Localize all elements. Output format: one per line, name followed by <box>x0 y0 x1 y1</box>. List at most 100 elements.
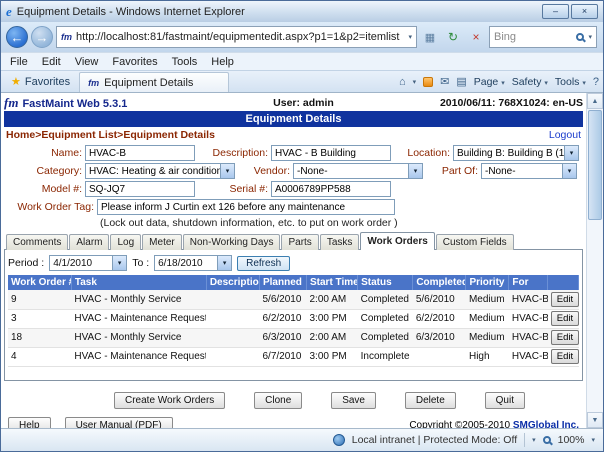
smglobal-link[interactable]: SMGlobal Inc. <box>513 420 579 428</box>
vertical-scrollbar[interactable]: ▲ ▼ <box>586 93 603 428</box>
print-button[interactable]: ▤ <box>456 75 466 88</box>
clone-button[interactable]: Clone <box>254 392 302 409</box>
user-manual-button[interactable]: User Manual (PDF) <box>65 417 173 428</box>
close-button[interactable]: × <box>571 4 598 19</box>
tab-work-orders[interactable]: Work Orders <box>360 232 434 250</box>
period-to-value: 6/18/2010 <box>155 256 217 270</box>
help-page-button[interactable]: Help <box>8 417 51 428</box>
tab-non-working-days[interactable]: Non-Working Days <box>183 234 281 250</box>
menu-item-view[interactable]: View <box>68 56 106 68</box>
period-to-combo[interactable]: 6/18/2010 ▾ <box>154 255 232 271</box>
edit-button[interactable]: Edit <box>551 330 579 345</box>
vendor-dropdown-icon[interactable]: ▾ <box>408 164 422 178</box>
create-work-orders-button[interactable]: Create Work Orders <box>114 392 225 409</box>
crumb-equipment-details[interactable]: Equipment Details <box>123 129 215 141</box>
description-label: Description: <box>198 147 268 159</box>
address-bar[interactable]: fm http://localhost:81/fastmaint/equipme… <box>56 26 417 48</box>
refresh-work-orders-button[interactable]: Refresh <box>237 256 290 271</box>
edit-button[interactable]: Edit <box>551 311 579 326</box>
period-from-combo[interactable]: 4/1/2010 ▾ <box>49 255 127 271</box>
cell-priority: High <box>466 347 509 366</box>
cell-work-order: 4 <box>8 347 71 366</box>
compat-view-button[interactable]: ▦ <box>420 27 440 47</box>
name-input[interactable]: HVAC-B <box>85 145 195 161</box>
period-from-dropdown-icon[interactable]: ▾ <box>112 256 126 270</box>
browser-tab[interactable]: fm Equipment Details <box>79 72 229 92</box>
home-button[interactable]: ⌂ <box>399 76 406 88</box>
table-row: 18 HVAC - Monthly Service 6/3/2010 2:00 … <box>8 328 579 347</box>
vendor-select[interactable]: -None- ▾ <box>293 163 423 179</box>
search-box[interactable]: Bing ▾ <box>489 26 597 48</box>
scroll-thumb[interactable] <box>588 110 602 220</box>
tab-meter[interactable]: Meter <box>142 234 182 250</box>
tab-tasks[interactable]: Tasks <box>320 234 360 250</box>
model-input[interactable]: SQ-JQ7 <box>85 181 195 197</box>
location-dropdown-icon[interactable]: ▾ <box>564 146 578 160</box>
edit-button[interactable]: Edit <box>551 292 579 307</box>
description-input[interactable]: HVAC - B Building <box>271 145 391 161</box>
cell-priority: Medium <box>466 328 509 347</box>
partof-select[interactable]: -None- ▾ <box>481 163 577 179</box>
scroll-up-button[interactable]: ▲ <box>587 93 603 109</box>
tab-log[interactable]: Log <box>110 234 141 250</box>
fastmaint-page: fm FastMaint Web 5.3.1 User: admin 2010/… <box>1 93 586 428</box>
favorites-button[interactable]: ★ Favorites <box>5 73 76 92</box>
model-label: Model #: <box>4 183 82 195</box>
safety-menu[interactable]: Safety ▾ <box>512 76 548 88</box>
logout-link[interactable]: Logout <box>549 129 581 141</box>
cell-work-order: 9 <box>8 290 71 309</box>
quit-button[interactable]: Quit <box>485 392 525 409</box>
feed-icon[interactable] <box>423 77 433 87</box>
search-magnifier-icon[interactable] <box>576 33 584 41</box>
forward-button[interactable]: → <box>31 26 53 48</box>
search-dropdown-icon[interactable]: ▾ <box>588 33 592 41</box>
mail-icon: ✉ <box>440 76 449 88</box>
col-start-time: Start Time <box>307 275 358 290</box>
scroll-down-button[interactable]: ▼ <box>587 412 603 428</box>
save-button[interactable]: Save <box>331 392 376 409</box>
stop-button[interactable]: × <box>466 27 486 47</box>
page-menu[interactable]: Page ▾ <box>474 76 505 88</box>
zoom-dropdown-icon[interactable]: ▾ <box>591 436 595 444</box>
tab-alarm[interactable]: Alarm <box>69 234 109 250</box>
menu-item-help[interactable]: Help <box>204 56 241 68</box>
action-buttons: Create Work Orders Clone Save Delete Qui… <box>4 390 583 410</box>
category-select[interactable]: HVAC: Heating & air conditioning ca ▾ <box>85 163 235 179</box>
forward-icon: → <box>36 30 49 45</box>
zoom-level[interactable]: 100% <box>558 434 585 446</box>
zoom-magnifier-icon[interactable] <box>543 436 551 444</box>
cell-priority: Medium <box>466 309 509 328</box>
address-dropdown-icon[interactable]: ▾ <box>408 33 412 41</box>
home-icon: ⌂ <box>399 76 406 88</box>
help-button[interactable]: ? <box>593 76 599 88</box>
menu-item-tools[interactable]: Tools <box>165 56 205 68</box>
cell-for: HVAC-B <box>509 309 548 328</box>
scroll-track[interactable] <box>587 221 603 412</box>
back-button[interactable]: ← <box>6 26 28 48</box>
category-dropdown-icon[interactable]: ▾ <box>220 164 234 178</box>
crumb-home[interactable]: Home <box>6 129 35 141</box>
menu-item-favorites[interactable]: Favorites <box>105 56 164 68</box>
tools-menu[interactable]: Tools ▾ <box>555 76 586 88</box>
tab-custom-fields[interactable]: Custom Fields <box>436 234 514 250</box>
tab-parts[interactable]: Parts <box>281 234 318 250</box>
edit-button[interactable]: Edit <box>551 349 579 364</box>
search-placeholder: Bing <box>494 31 572 43</box>
serial-label: Serial #: <box>198 183 268 195</box>
delete-button[interactable]: Delete <box>405 392 456 409</box>
work-order-tag-input[interactable]: Please inform J Curtin ext 126 before an… <box>97 199 395 215</box>
menubar: File Edit View Favorites Tools Help <box>1 52 603 70</box>
period-to-dropdown-icon[interactable]: ▾ <box>217 256 231 270</box>
minimize-button[interactable]: – <box>542 4 569 19</box>
page-refresh-button[interactable]: ↻ <box>443 27 463 47</box>
read-mail-button[interactable]: ✉ <box>440 75 449 88</box>
zoom-menu-icon[interactable]: ▾ <box>532 436 536 444</box>
menu-item-edit[interactable]: Edit <box>35 56 68 68</box>
serial-input[interactable]: A0006789PP588 <box>271 181 391 197</box>
partof-dropdown-icon[interactable]: ▾ <box>562 164 576 178</box>
location-select[interactable]: Building B: Building B (120 Minton) ▾ <box>453 145 579 161</box>
tab-comments[interactable]: Comments <box>6 234 68 250</box>
crumb-equipment-list[interactable]: Equipment List <box>41 129 117 141</box>
menu-item-file[interactable]: File <box>3 56 35 68</box>
home-dropdown-icon[interactable]: ▾ <box>413 78 417 86</box>
